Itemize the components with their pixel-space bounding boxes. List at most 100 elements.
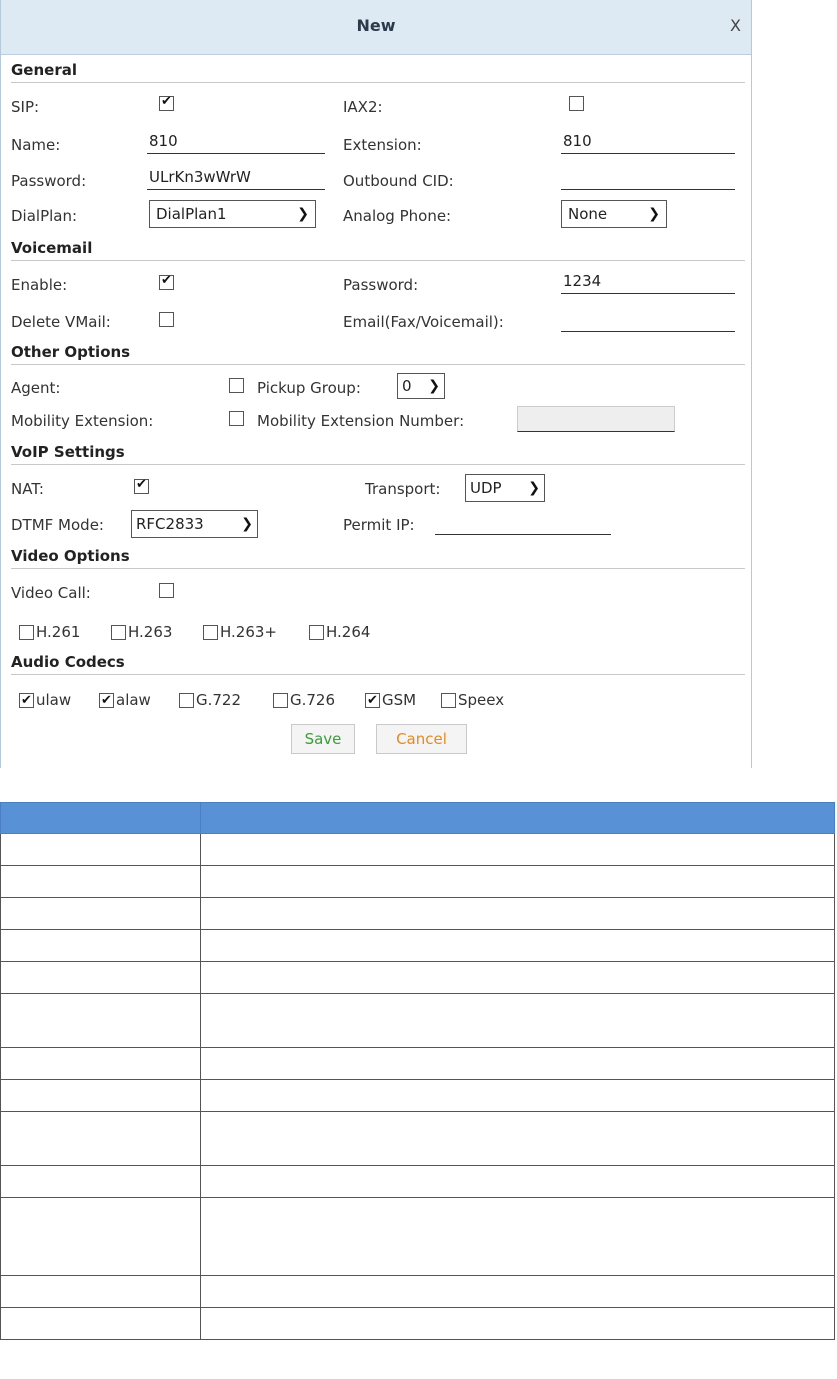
voicemail-password-input[interactable]	[561, 270, 735, 294]
sip-checkbox[interactable]	[159, 94, 174, 111]
table-cell	[200, 1165, 835, 1198]
pickup-group-select[interactable]: 0 ❯	[397, 373, 445, 399]
voicemail-enable-checkbox[interactable]	[159, 273, 174, 290]
transport-select[interactable]: UDP ❯	[465, 474, 545, 502]
nat-checkbox[interactable]	[134, 477, 149, 494]
audio-codec-speex-label: Speex	[458, 691, 505, 709]
table-row	[0, 1047, 835, 1080]
dialog-titlebar: New X	[1, 0, 751, 55]
table-cell	[200, 1079, 835, 1112]
permit-ip-input[interactable]	[435, 511, 611, 535]
audio-codec-speex-checkbox[interactable]	[441, 692, 456, 708]
video-codec-h261[interactable]: H.261	[19, 622, 80, 642]
outbound-cid-input[interactable]	[561, 166, 735, 190]
voicemail-password-label: Password:	[343, 276, 419, 294]
table-cell	[200, 929, 835, 962]
audio-codec-ulaw-checkbox[interactable]	[19, 691, 34, 711]
pickup-group-value: 0	[402, 377, 412, 395]
audio-codec-alaw-checkbox[interactable]	[99, 691, 114, 711]
mobility-extension-checkbox[interactable]	[229, 411, 244, 426]
audio-codec-ulaw[interactable]: ulaw	[19, 690, 71, 711]
audio-codec-alaw-label: alaw	[116, 691, 151, 709]
analog-phone-value: None	[568, 205, 608, 223]
close-icon[interactable]: X	[730, 16, 741, 35]
audio-codec-gsm-checkbox[interactable]	[365, 691, 380, 711]
password-input[interactable]	[147, 166, 325, 190]
email-input[interactable]	[561, 308, 735, 332]
save-button[interactable]: Save	[291, 724, 355, 754]
dialog-title: New	[356, 16, 396, 35]
table-row	[0, 929, 835, 962]
dialplan-value: DialPlan1	[156, 205, 227, 223]
video-codec-h263plus-checkbox[interactable]	[203, 624, 218, 640]
name-input[interactable]	[147, 130, 325, 154]
audio-codec-g722[interactable]: G.722	[179, 690, 241, 710]
audio-codec-g726-checkbox[interactable]	[273, 692, 288, 708]
table-cell	[200, 833, 835, 866]
table-cell	[0, 833, 201, 866]
name-label: Name:	[11, 136, 61, 154]
table-row	[0, 1165, 835, 1198]
audio-codec-alaw[interactable]: alaw	[99, 690, 151, 711]
table-cell	[200, 961, 835, 994]
video-codec-h263-checkbox[interactable]	[111, 624, 126, 640]
dialplan-select[interactable]: DialPlan1 ❯	[149, 200, 316, 228]
video-codec-h263plus-label: H.263+	[220, 623, 277, 641]
mobility-number-input[interactable]	[517, 406, 675, 432]
section-audio-codecs: Audio Codecs	[11, 652, 745, 675]
dtmf-mode-label: DTMF Mode:	[11, 516, 104, 534]
audio-codec-g722-label: G.722	[196, 691, 242, 709]
transport-label: Transport:	[365, 480, 441, 498]
chevron-down-icon: ❯	[648, 206, 660, 222]
table-cell	[200, 1307, 835, 1340]
video-codec-h263[interactable]: H.263	[111, 622, 172, 642]
analog-phone-label: Analog Phone:	[343, 207, 452, 225]
table-row	[0, 1275, 835, 1308]
table-row	[0, 1111, 835, 1166]
section-voicemail: Voicemail	[11, 238, 745, 261]
table-row	[0, 1307, 835, 1340]
table-cell	[0, 865, 201, 898]
table-cell	[0, 1275, 201, 1308]
table-cell	[200, 897, 835, 930]
table-cell	[0, 1079, 201, 1112]
table-cell	[0, 1197, 201, 1276]
table-body	[0, 833, 835, 1340]
mobility-number-label: Mobility Extension Number:	[257, 412, 465, 430]
dtmf-mode-select[interactable]: RFC2833 ❯	[131, 510, 258, 538]
cancel-button[interactable]: Cancel	[376, 724, 467, 754]
table-cell	[200, 1197, 835, 1276]
mobility-extension-label: Mobility Extension:	[11, 412, 154, 430]
audio-codec-gsm[interactable]: GSM	[365, 690, 416, 711]
audio-codec-speex[interactable]: Speex	[441, 690, 504, 710]
video-codec-h261-label: H.261	[36, 623, 81, 641]
delete-vmail-checkbox[interactable]	[159, 312, 174, 327]
sip-label: SIP:	[11, 98, 40, 116]
table-row	[0, 833, 835, 866]
reference-table	[0, 802, 835, 1340]
table-cell	[0, 897, 201, 930]
delete-vmail-label: Delete VMail:	[11, 313, 111, 331]
table-header-cell	[200, 802, 835, 834]
table-cell	[200, 1111, 835, 1166]
dtmf-mode-value: RFC2833	[136, 515, 204, 533]
video-codec-h264-checkbox[interactable]	[309, 624, 324, 640]
agent-checkbox[interactable]	[229, 378, 244, 393]
audio-codec-g722-checkbox[interactable]	[179, 692, 194, 708]
table-row	[0, 993, 835, 1048]
audio-codec-g726-label: G.726	[290, 691, 336, 709]
audio-codec-g726[interactable]: G.726	[273, 690, 335, 710]
nat-label: NAT:	[11, 480, 44, 498]
agent-label: Agent:	[11, 379, 61, 397]
table-cell	[200, 865, 835, 898]
video-codec-h263plus[interactable]: H.263+	[203, 622, 277, 642]
video-codec-h261-checkbox[interactable]	[19, 624, 34, 640]
pickup-group-label: Pickup Group:	[257, 379, 361, 397]
video-codec-h264[interactable]: H.264	[309, 622, 370, 642]
table-row	[0, 961, 835, 994]
extension-input[interactable]	[561, 130, 735, 154]
table-header-row	[0, 802, 835, 834]
iax2-checkbox[interactable]	[569, 96, 584, 111]
analog-phone-select[interactable]: None ❯	[561, 200, 667, 228]
video-call-checkbox[interactable]	[159, 583, 174, 598]
